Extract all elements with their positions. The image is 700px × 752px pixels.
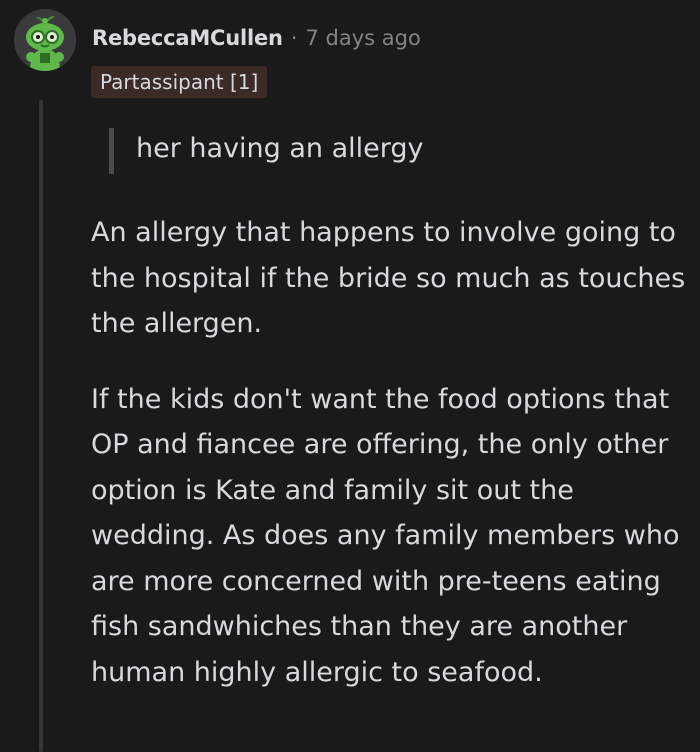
blockquote: her having an allergy <box>109 124 691 174</box>
comment-body: her having an allergy An allergy that ha… <box>91 124 691 695</box>
comment-timestamp[interactable]: 7 days ago <box>306 26 421 50</box>
comment-header: RebeccaMCullen · 7 days ago <box>92 22 421 54</box>
meta-separator: · <box>290 26 298 50</box>
blockquote-bar <box>109 128 114 174</box>
thread-collapse-line[interactable] <box>39 100 43 752</box>
blockquote-text: her having an allergy <box>136 133 424 164</box>
user-flair: Partassipant [1] <box>91 66 268 98</box>
user-avatar[interactable] <box>14 9 76 71</box>
comment-paragraph: An allergy that happens to involve going… <box>91 217 686 339</box>
snoo-avatar-icon <box>14 9 76 71</box>
comment: RebeccaMCullen · 7 days ago Partassipant… <box>0 0 700 752</box>
username-link[interactable]: RebeccaMCullen <box>92 26 283 50</box>
comment-paragraph: If the kids don't want the food options … <box>91 383 680 688</box>
